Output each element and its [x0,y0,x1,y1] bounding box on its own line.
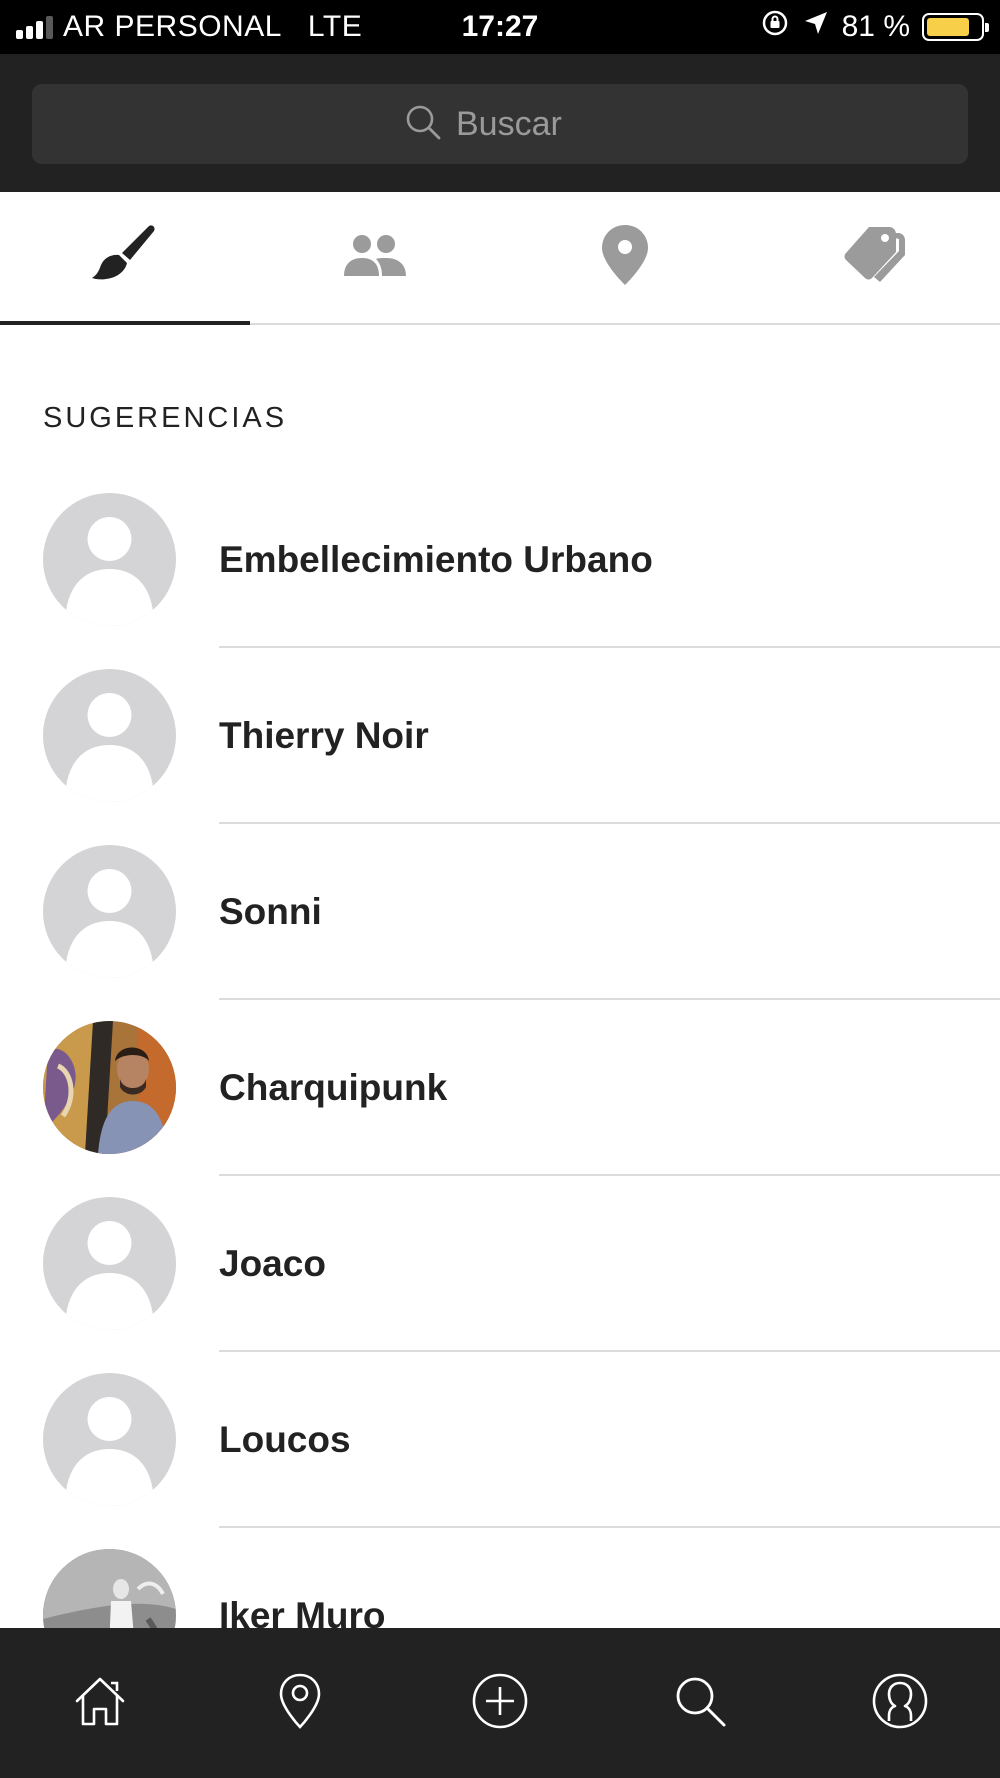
list-item[interactable]: Charquipunk [0,1008,1000,1184]
nav-profile[interactable] [800,1628,1000,1778]
nav-add[interactable] [400,1628,600,1778]
default-avatar-icon [43,1373,176,1506]
status-right: 81 % [760,0,989,54]
user-photo [43,1021,176,1154]
list-item[interactable]: Sonni [0,832,1000,1008]
battery-percent: 81 % [841,10,910,43]
default-avatar-icon [43,1197,176,1330]
suggestions-list: Embellecimiento Urbano Thierry Noir Sonn… [0,480,1000,1628]
paintbrush-icon [92,224,158,291]
tab-users[interactable] [250,192,500,323]
list-item[interactable]: Embellecimiento Urbano [0,480,1000,656]
search-bar[interactable] [32,84,968,164]
nav-search[interactable] [600,1628,800,1778]
suggestion-name: Joaco [219,1243,326,1284]
add-circle-icon [471,1672,529,1735]
search-icon [404,103,442,146]
divider [219,1350,1000,1352]
suggestion-name: Sonni [219,891,322,932]
default-avatar-icon [43,669,176,802]
battery-fill [927,18,970,36]
search-input[interactable] [456,104,596,144]
nav-home[interactable] [0,1628,200,1778]
suggestion-name: Iker Muro [219,1595,386,1628]
suggestion-name: Embellecimiento Urbano [219,539,653,580]
list-item[interactable]: Thierry Noir [0,656,1000,832]
default-avatar-icon [43,845,176,978]
bottom-navigation [0,1628,1000,1778]
home-icon [73,1674,127,1733]
location-icon [278,1673,322,1734]
tab-artists[interactable] [0,192,250,325]
section-title: SUGERENCIAS [43,402,288,434]
divider [219,822,1000,824]
default-avatar-icon [43,493,176,626]
suggestion-name: Loucos [219,1419,351,1460]
tags-icon [842,225,908,290]
battery-icon [922,13,989,41]
list-item[interactable]: Iker Muro [0,1536,1000,1628]
status-bar: AR PERSONAL LTE 17:27 81 % [0,0,1000,54]
list-item[interactable]: Joaco [0,1184,1000,1360]
nav-map[interactable] [200,1628,400,1778]
users-icon [342,233,408,282]
map-pin-icon [601,224,649,291]
profile-icon [871,1672,929,1735]
search-header [0,54,1000,192]
divider [219,1526,1000,1528]
tab-locations[interactable] [500,192,750,323]
category-tabs [0,192,1000,325]
rotation-lock-icon [760,8,790,46]
divider [219,1174,1000,1176]
suggestion-name: Charquipunk [219,1067,448,1108]
divider [219,646,1000,648]
search-icon [673,1674,727,1733]
list-item[interactable]: Loucos [0,1360,1000,1536]
user-photo [43,1549,176,1628]
suggestion-name: Thierry Noir [219,715,429,756]
location-arrow-icon [802,9,830,45]
tab-tags[interactable] [750,192,1000,323]
divider [219,998,1000,1000]
